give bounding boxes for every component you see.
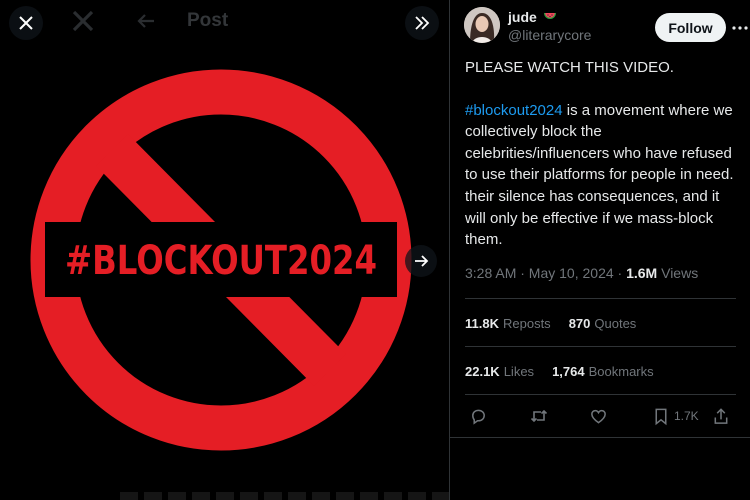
repost-icon — [530, 409, 548, 423]
more-icon — [732, 26, 748, 30]
post-text-paragraph: #blockout2024 is a movement where we col… — [465, 100, 743, 251]
repost-button[interactable] — [529, 403, 549, 429]
views-count: 1.6M — [626, 265, 658, 281]
follow-button[interactable]: Follow — [655, 13, 726, 42]
share-button[interactable] — [712, 403, 730, 429]
next-media-button[interactable] — [405, 245, 437, 277]
like-bookmark-stats: 22.1K Likes 1,764 Bookmarks — [465, 364, 654, 379]
views-label: Views — [657, 265, 699, 281]
share-icon — [714, 407, 728, 424]
divider — [450, 437, 750, 438]
author-name[interactable]: jude — [508, 9, 537, 25]
ghost-footer-text — [120, 492, 449, 500]
chevrons-right-icon — [415, 16, 430, 30]
post-panel: jude @literarycore Follow PLEASE WATCH T… — [449, 0, 750, 500]
bookmark-button[interactable]: 1.7K — [652, 403, 699, 429]
reply-icon — [472, 409, 485, 425]
bookmark-count: 1.7K — [674, 409, 699, 423]
more-options-button[interactable] — [730, 18, 750, 38]
bookmark-icon — [655, 408, 667, 425]
post-text-body: is a movement where we collectively bloc… — [465, 101, 734, 249]
like-button[interactable] — [589, 403, 608, 429]
post-meta: 3:28 AM · May 10, 2024 · 1.6M Views — [465, 265, 698, 281]
post-text-line-1: PLEASE WATCH THIS VIDEO. — [465, 59, 674, 76]
post-text: PLEASE WATCH THIS VIDEO. #blockout2024 i… — [465, 57, 743, 272]
author-handle[interactable]: @literarycore — [508, 27, 591, 43]
action-bar: 1.7K — [465, 403, 738, 429]
post-timestamp[interactable]: 3:28 AM · May 10, 2024 · — [465, 265, 626, 281]
name-row: jude — [508, 9, 557, 25]
close-icon — [19, 16, 33, 30]
blockout-slogan: #BLOCKOUT2024 — [65, 238, 377, 284]
reposts-stat[interactable]: 11.8K Reposts — [465, 316, 551, 331]
divider — [465, 394, 736, 395]
arrow-right-icon — [415, 255, 429, 267]
bookmarks-stat[interactable]: 1,764 Bookmarks — [552, 364, 654, 379]
media-viewer: Post #BLOCKOUT2024 — [0, 0, 449, 500]
likes-stat[interactable]: 22.1K Likes — [465, 364, 534, 379]
hashtag-link[interactable]: #blockout2024 — [465, 102, 563, 119]
avatar-image — [464, 7, 500, 43]
heart-icon — [591, 409, 606, 424]
expand-panel-button[interactable] — [405, 6, 439, 40]
quotes-stat[interactable]: 870 Quotes — [569, 316, 637, 331]
divider — [465, 346, 736, 347]
divider — [465, 298, 736, 299]
post-image: #BLOCKOUT2024 — [30, 69, 412, 451]
close-button[interactable] — [9, 6, 43, 40]
author-row: jude @literarycore Follow — [464, 6, 748, 46]
avatar[interactable] — [464, 7, 500, 43]
watermelon-icon — [543, 12, 556, 19]
reply-button[interactable] — [469, 403, 488, 429]
repost-quote-stats: 11.8K Reposts 870 Quotes — [465, 316, 636, 331]
